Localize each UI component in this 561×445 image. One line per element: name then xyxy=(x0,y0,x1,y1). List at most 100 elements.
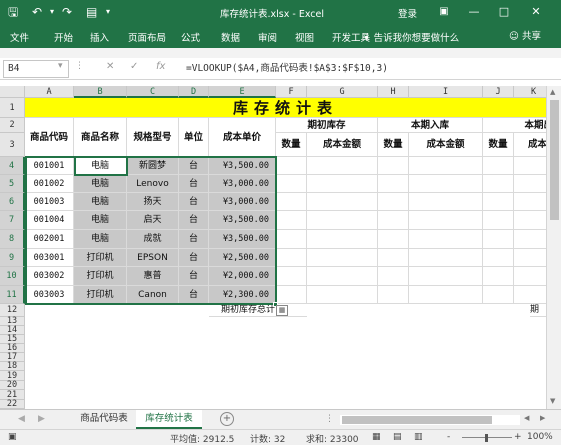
row-header-9[interactable]: 9 xyxy=(0,249,25,267)
empty-cell[interactable] xyxy=(514,267,546,286)
empty-cell[interactable] xyxy=(409,193,483,211)
save-icon[interactable]: 🖫 xyxy=(8,4,18,20)
ribbon-options-icon[interactable]: ▣ xyxy=(434,3,454,21)
row-header-22[interactable]: 22 xyxy=(0,400,25,409)
empty-cell[interactable] xyxy=(378,175,409,193)
form-icon[interactable]: ▤ xyxy=(86,4,97,20)
tab-page-layout[interactable]: 页面布局 xyxy=(128,30,166,44)
cell-spec-model[interactable]: 启天 xyxy=(127,211,179,230)
empty-cell[interactable] xyxy=(409,211,483,230)
empty-cell[interactable] xyxy=(514,193,546,211)
row-header-18[interactable]: 18 xyxy=(0,362,25,371)
close-icon[interactable]: ✕ xyxy=(526,3,546,21)
tab-formulas[interactable]: 公式 xyxy=(181,30,200,44)
scroll-down-icon[interactable]: ▼ xyxy=(550,397,555,405)
undo-dropdown-icon[interactable]: ▾ xyxy=(50,4,54,20)
empty-cell[interactable] xyxy=(276,175,307,193)
empty-cell[interactable] xyxy=(409,230,483,249)
header-out-qty[interactable]: 数量 xyxy=(483,133,514,157)
header-unit[interactable]: 单位 xyxy=(179,118,209,157)
cell-product-name[interactable]: 电脑 xyxy=(74,211,127,230)
share-button[interactable]: ☺ 共享 xyxy=(505,28,557,46)
cell-unit-cost[interactable]: ¥2,500.00 xyxy=(209,249,276,267)
row-header-10[interactable]: 10 xyxy=(0,267,25,286)
cell-spec-model[interactable]: Canon xyxy=(127,286,179,304)
row-header-5[interactable]: 5 xyxy=(0,175,25,193)
empty-cell[interactable] xyxy=(483,230,514,249)
row-header-4[interactable]: 4 xyxy=(0,157,25,175)
horizontal-scrollbar[interactable] xyxy=(340,415,520,425)
empty-cell[interactable] xyxy=(307,211,378,230)
macro-record-icon[interactable]: ▣ xyxy=(8,432,17,442)
empty-cell[interactable] xyxy=(514,175,546,193)
cell-unit-cost[interactable]: ¥3,500.00 xyxy=(209,230,276,249)
cancel-icon[interactable]: ✕ xyxy=(106,61,114,72)
cell-product-name[interactable]: 电脑 xyxy=(74,157,127,175)
cell-spec-model[interactable]: EPSON xyxy=(127,249,179,267)
empty-cell[interactable] xyxy=(276,211,307,230)
row-header-1[interactable]: 1 xyxy=(0,98,25,118)
empty-cell[interactable] xyxy=(483,249,514,267)
empty-cell[interactable] xyxy=(276,249,307,267)
cell-unit[interactable]: 台 xyxy=(179,193,209,211)
row-header-8[interactable]: 8 xyxy=(0,230,25,249)
cell-unit[interactable]: 台 xyxy=(179,230,209,249)
column-header-c[interactable]: C xyxy=(127,86,179,98)
empty-cell[interactable] xyxy=(409,286,483,304)
column-header-k[interactable]: K xyxy=(514,86,546,98)
formula-input[interactable]: =VLOOKUP($A4,商品代码表!$A$3:$F$10,3) xyxy=(182,60,557,78)
empty-cell[interactable] xyxy=(307,267,378,286)
column-header-j[interactable]: J xyxy=(483,86,514,98)
tab-data[interactable]: 数据 xyxy=(221,30,240,44)
sheet-tab-inventory-stats[interactable]: 库存统计表 xyxy=(136,410,202,429)
empty-cell[interactable] xyxy=(276,286,307,304)
cell-product-name[interactable]: 电脑 xyxy=(74,193,127,211)
header-period-in[interactable]: 本期入库 xyxy=(378,118,483,133)
header-period-out[interactable]: 本期出 xyxy=(483,118,546,133)
cell-unit[interactable]: 台 xyxy=(179,286,209,304)
vertical-scrollbar[interactable]: ▲ ▼ xyxy=(546,86,561,409)
empty-cell[interactable] xyxy=(483,193,514,211)
cell-product-name[interactable]: 电脑 xyxy=(74,230,127,249)
row-header-7[interactable]: 7 xyxy=(0,211,25,230)
zoom-in-button[interactable]: + xyxy=(514,432,522,442)
empty-cell[interactable] xyxy=(307,193,378,211)
cell-spec-model[interactable]: 惠普 xyxy=(127,267,179,286)
empty-cell[interactable] xyxy=(276,157,307,175)
cell-unit-cost[interactable]: ¥3,500.00 xyxy=(209,157,276,175)
empty-cell[interactable] xyxy=(307,249,378,267)
name-box-dropdown-icon[interactable]: ▾ xyxy=(58,61,63,71)
add-sheet-icon[interactable]: + xyxy=(220,412,234,426)
prev-sheet-icon[interactable]: ◀ xyxy=(18,414,25,424)
cell-product-code[interactable]: 001003 xyxy=(25,193,74,211)
cell-unit-cost[interactable]: ¥2,300.00 xyxy=(209,286,276,304)
zoom-slider-knob[interactable] xyxy=(485,434,488,442)
normal-view-icon[interactable]: ▦ xyxy=(372,432,381,442)
scroll-right-icon[interactable]: ▶ xyxy=(540,414,545,422)
column-header-d[interactable]: D xyxy=(179,86,209,98)
column-header-a[interactable]: A xyxy=(25,86,74,98)
header-opening-stock[interactable]: 期初库存 xyxy=(276,118,378,133)
empty-cell[interactable] xyxy=(307,175,378,193)
header-in-amount[interactable]: 成本金额 xyxy=(409,133,483,157)
header-spec-model[interactable]: 规格型号 xyxy=(127,118,179,157)
empty-cell[interactable] xyxy=(276,230,307,249)
quick-analysis-icon[interactable]: ▦ xyxy=(276,305,288,316)
tab-view[interactable]: 视图 xyxy=(295,30,314,44)
empty-cell[interactable] xyxy=(483,267,514,286)
row-header-3[interactable]: 3 xyxy=(0,133,25,157)
maximize-icon[interactable]: □ xyxy=(494,3,514,21)
zoom-level[interactable]: 100% xyxy=(527,432,553,442)
cell-product-name[interactable]: 电脑 xyxy=(74,175,127,193)
column-header-i[interactable]: I xyxy=(409,86,483,98)
login-link[interactable]: 登录 xyxy=(398,6,417,20)
empty-cell[interactable] xyxy=(409,157,483,175)
column-header-f[interactable]: F xyxy=(276,86,307,98)
page-layout-view-icon[interactable]: ▤ xyxy=(393,432,402,442)
column-header-h[interactable]: H xyxy=(378,86,409,98)
horizontal-scroll-thumb[interactable] xyxy=(342,416,492,424)
empty-cell[interactable] xyxy=(409,249,483,267)
cell-unit-cost[interactable]: ¥3,000.00 xyxy=(209,193,276,211)
cell-unit[interactable]: 台 xyxy=(179,175,209,193)
page-break-view-icon[interactable]: ▥ xyxy=(414,432,423,442)
